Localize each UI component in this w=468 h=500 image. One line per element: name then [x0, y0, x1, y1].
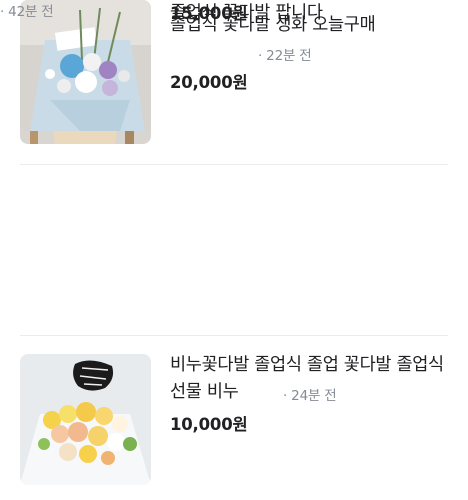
- item-price: 15,000원: [170, 4, 248, 23]
- bouquet-thumbnail[interactable]: [20, 354, 151, 485]
- item-price: 10,000원: [170, 415, 248, 434]
- item-time: · 42분 전: [0, 4, 54, 20]
- item-time: · 24분 전: [283, 388, 337, 404]
- product-list: 졸업식 꽃다발 생화 오늘구매 · 22분 전 20,000원 비누꽃다발 졸업…: [0, 0, 468, 500]
- list-item[interactable]: 졸업식 꽃다발 팝니다 · 42분 전 15,000원: [0, 0, 468, 170]
- divider: [20, 335, 448, 336]
- list-item[interactable]: 비누꽃다발 졸업식 졸업 꽃다발 졸업식 선물 비누 · 24분 전 10,00…: [0, 340, 468, 500]
